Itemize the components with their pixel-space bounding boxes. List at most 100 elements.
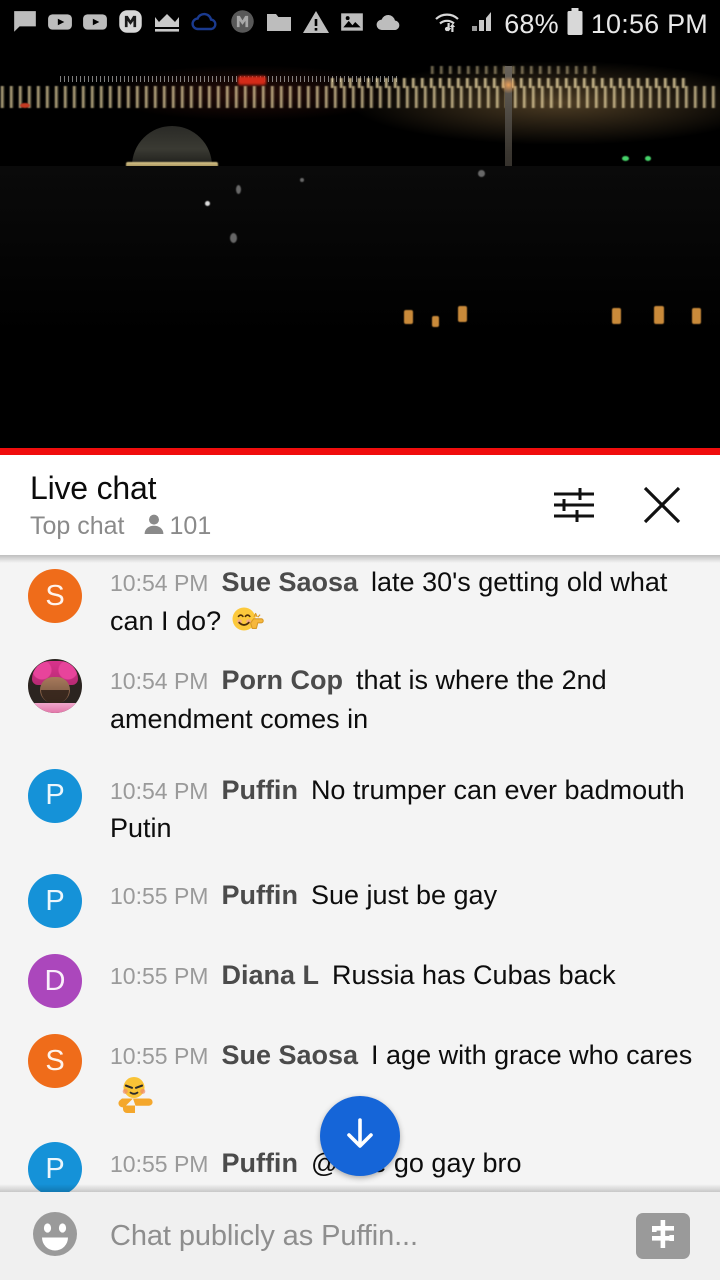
chat-header-subtitle: Top chat 101 [30, 513, 552, 541]
avatar[interactable]: P [28, 1142, 82, 1192]
status-bar-left-icons [12, 8, 432, 40]
avatar-letter: P [45, 1152, 65, 1185]
emoji-face-icon[interactable] [30, 1209, 80, 1264]
smiling-face-wave-emoji [230, 602, 264, 636]
video-light-dot [432, 316, 439, 327]
crown-icon [153, 11, 181, 38]
video-light-dot [692, 308, 701, 324]
dab-face-emoji [110, 1075, 156, 1115]
viewer-count-label: 101 [169, 512, 212, 541]
video-monument-light [500, 76, 517, 94]
chat-input[interactable] [80, 1219, 636, 1253]
chat-input-bar [0, 1192, 720, 1280]
message-author[interactable]: Sue Saosa [221, 567, 358, 597]
message-author[interactable]: Sue Saosa [221, 1040, 358, 1070]
superchat-button[interactable] [636, 1213, 690, 1259]
avatar-letter: P [45, 779, 65, 811]
message-body: 10:55 PM Puffin Sue just be gay [82, 874, 706, 915]
chat-mode-label[interactable]: Top chat [30, 513, 125, 541]
message-body: 10:55 PM Diana L Russia has Cubas back [82, 954, 706, 995]
wifi-icon [432, 9, 462, 40]
video-foreground-water [0, 166, 720, 448]
message-author[interactable]: Puffin [221, 775, 297, 805]
video-light-dot [300, 178, 304, 182]
avatar-letter: D [44, 964, 66, 997]
avatar-letter: P [45, 884, 65, 917]
chat-bubble-icon [12, 9, 38, 40]
live-chat-header: Live chat Top chat 101 [0, 455, 720, 555]
message-timestamp: 10:55 PM [110, 1151, 209, 1177]
cloud-filled-icon [374, 11, 404, 38]
list-item[interactable]: P 10:55 PM Puffin Sue just be gay [0, 874, 720, 929]
video-skyline-far [430, 66, 600, 74]
video-progress-bar[interactable] [0, 448, 720, 455]
video-light-dot [622, 156, 629, 161]
avatar-letter: S [45, 1044, 65, 1077]
cellular-signal-icon [469, 9, 497, 40]
message-body: 10:54 PM Puffin No trumper can ever badmou… [82, 769, 706, 849]
video-light-dot [20, 103, 30, 108]
folder-icon [265, 10, 293, 39]
message-timestamp: 10:54 PM [110, 667, 209, 694]
list-item[interactable]: D 10:55 PM Diana L Russia has Cubas back [0, 954, 720, 1009]
video-light-dot [645, 156, 651, 161]
avatar-letter: S [45, 579, 65, 612]
close-icon[interactable] [640, 483, 684, 527]
avatar[interactable] [28, 658, 82, 713]
dollar-icon [646, 1217, 680, 1256]
message-author[interactable]: Puffin [221, 880, 297, 910]
avatar[interactable]: P [28, 874, 82, 929]
message-text: Sue just be gay [310, 880, 498, 911]
video-light-dot [404, 310, 413, 324]
video-light-dot [654, 306, 664, 324]
youtube-icon [47, 9, 73, 40]
m-badge-icon [117, 8, 144, 40]
message-body: 10:54 PM Sue Saosa late 30's getting old w… [82, 561, 706, 641]
video-red-light [238, 76, 266, 85]
scroll-to-bottom-button[interactable] [320, 1096, 400, 1176]
message-text: Russia has Cubas back [331, 960, 616, 991]
arrow-down-icon [338, 1112, 382, 1161]
page-title: Live chat [30, 469, 157, 506]
youtube-icon [82, 9, 108, 40]
message-timestamp: 10:55 PM [110, 883, 209, 910]
message-body: 10:54 PM Porn Cop that is where the 2nd am… [82, 659, 706, 739]
video-light-dot [205, 201, 210, 206]
status-bar-right: 68% 10:56 PM [432, 7, 708, 42]
battery-percent-label: 68% [504, 8, 559, 39]
message-body: 10:55 PM Sue Saosa I age with grace who ca… [82, 1034, 706, 1116]
message-timestamp: 10:54 PM [110, 570, 209, 596]
video-light-dot [478, 170, 485, 177]
person-icon [143, 513, 165, 541]
list-item[interactable]: 10:54 PM Porn Cop that is where the 2nd am… [0, 658, 720, 739]
message-text: I age with grace who cares [371, 1040, 693, 1071]
status-bar: 68% 10:56 PM [0, 0, 720, 48]
message-author[interactable]: Porn Cop [221, 665, 343, 695]
m-circle-icon [229, 8, 256, 40]
clock-label: 10:56 PM [590, 8, 708, 39]
video-light-dot [612, 308, 621, 324]
avatar[interactable]: D [28, 954, 82, 1009]
chat-header-titles: Live chat Top chat 101 [30, 469, 552, 541]
cloud-outline-icon [190, 10, 220, 39]
video-skyline-near [0, 86, 720, 108]
message-timestamp: 10:55 PM [110, 963, 209, 990]
list-item[interactable]: P 10:54 PM Puffin No trumper can ever badm… [0, 768, 720, 849]
video-player[interactable] [0, 48, 720, 448]
message-timestamp: 10:54 PM [110, 777, 209, 804]
battery-icon [566, 7, 584, 42]
photo-icon [339, 9, 365, 40]
message-author[interactable]: Puffin [221, 1148, 297, 1178]
video-light-dot [236, 185, 241, 194]
avatar[interactable]: S [28, 1034, 82, 1089]
video-light-dot [230, 233, 237, 243]
avatar[interactable]: S [28, 569, 82, 623]
message-timestamp: 10:55 PM [110, 1043, 209, 1070]
message-author[interactable]: Diana L [221, 960, 319, 990]
chat-header-actions [552, 483, 690, 527]
video-light-dot [458, 306, 467, 322]
tune-icon[interactable] [552, 485, 596, 525]
list-item[interactable]: S 10:54 PM Sue Saosa late 30's getting old… [0, 561, 720, 641]
avatar[interactable]: P [28, 768, 82, 823]
warning-triangle-icon [302, 9, 330, 40]
